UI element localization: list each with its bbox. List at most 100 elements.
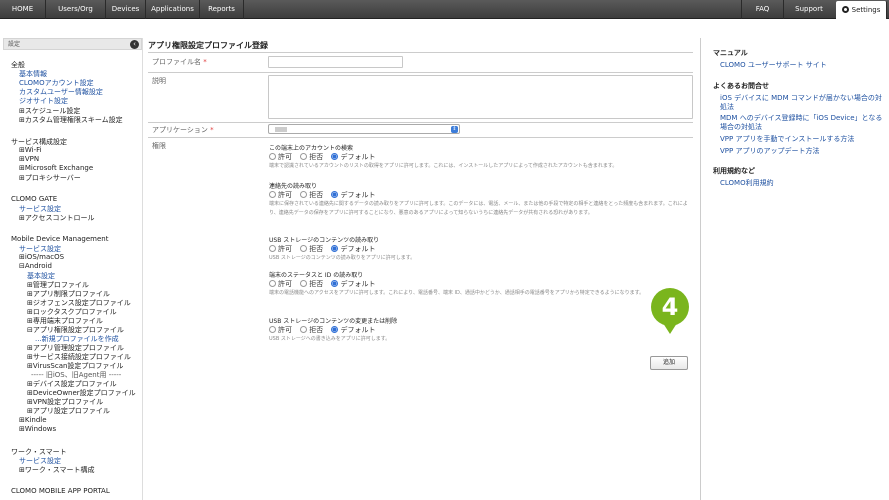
sidebar-item-android[interactable]: ⊟Android (19, 262, 52, 270)
application-label-text: アプリケーション (152, 126, 208, 134)
permission-title: 端末のステータスと ID の読み取り (269, 272, 364, 279)
radio-allow[interactable] (269, 326, 276, 333)
page-title: アプリ権限設定プロファイル登録 (148, 41, 268, 50)
sidebar-header-label: 設定 (8, 41, 21, 48)
sidebar-item-work-smart-config[interactable]: ⊞ワーク・スマート構成 (19, 465, 95, 475)
required-mark: * (210, 126, 214, 134)
profile-name-label-text: プロファイル名 (152, 58, 201, 66)
main-content: アプリ権限設定プロファイル登録 プロファイル名 * 説明 アプリケーション * … (148, 38, 698, 500)
radio-deny-label: 拒否 (309, 191, 324, 199)
radio-default[interactable] (331, 153, 339, 160)
radio-default-label: デフォルト (340, 153, 376, 161)
radio-allow-label: 許可 (278, 245, 292, 253)
radio-deny-label: 拒否 (309, 280, 324, 288)
application-label: アプリケーション * (152, 125, 214, 135)
faq-link-2-cont[interactable]: 場合の対処法 (720, 123, 762, 133)
radio-allow[interactable] (269, 153, 276, 160)
permission-title: USB ストレージのコンテンツの読み取り (269, 237, 380, 244)
radio-allow-label: 許可 (278, 326, 292, 334)
manual-heading: マニュアル (713, 49, 748, 57)
radio-default[interactable] (331, 326, 339, 333)
radio-default[interactable] (331, 245, 339, 252)
sidebar-item-exchange[interactable]: ⊞Microsoft Exchange (19, 164, 93, 172)
permission-description: 端末の電話機能へのアクセスをアプリに許可します。これにより、電話番号、端末 ID… (269, 290, 645, 296)
radio-deny[interactable] (300, 153, 308, 160)
description-label: 説明 (152, 77, 166, 85)
application-select[interactable]: ⇕ (268, 124, 460, 134)
nav-faq[interactable]: FAQ (741, 0, 783, 19)
permission-description: USB ストレージのコンテンツの読み取りをアプリに許可します。 (269, 255, 416, 261)
radio-deny[interactable] (300, 191, 308, 198)
terms-heading: 利用規約など (713, 167, 755, 175)
permission-radio-group: 許可 拒否 デフォルト (269, 152, 375, 162)
permission-description: 端末に保存されている連絡先に関するデータの読み取りをアプリに許可します。このデー… (269, 201, 688, 216)
nav-settings-label: Settings (851, 6, 881, 14)
nav-users-org[interactable]: Users/Org (46, 0, 106, 19)
permission-title: USB ストレージのコンテンツの変更または削除 (269, 318, 398, 325)
permission-radio-group: 許可 拒否 デフォルト (269, 190, 375, 200)
collapse-sidebar-icon[interactable]: ‹ (130, 40, 139, 49)
add-button[interactable]: 追加 (650, 356, 688, 370)
nav-devices[interactable]: Devices (106, 0, 146, 19)
gear-icon (841, 6, 849, 13)
profile-name-input[interactable] (268, 56, 403, 68)
radio-deny[interactable] (300, 280, 308, 287)
nav-settings[interactable]: Settings (836, 1, 887, 19)
profile-name-label: プロファイル名 * (152, 57, 207, 67)
top-navigation-bar: HOME Users/Org Devices Applications Repo… (0, 0, 889, 19)
divider (148, 72, 693, 73)
permission-radio-group: 許可 拒否 デフォルト (269, 244, 375, 254)
radio-default[interactable] (331, 280, 339, 287)
radio-default[interactable] (331, 191, 339, 198)
step-badge: 4 (651, 288, 689, 326)
permission-radio-group: 許可 拒否 デフォルト (269, 279, 375, 289)
radio-allow[interactable] (269, 191, 276, 198)
faq-link-3[interactable]: VPP アプリを手動でインストールする方法 (720, 135, 854, 145)
radio-allow-label: 許可 (278, 153, 292, 161)
radio-deny-label: 拒否 (309, 153, 324, 161)
faq-link-1-cont[interactable]: 処法 (720, 103, 734, 113)
divider (148, 52, 693, 53)
permission-description: 端末で認識されているアカウントのリストの取得をアプリに許可します。これには、イン… (269, 163, 618, 169)
radio-deny[interactable] (300, 326, 308, 333)
faq-link-1[interactable]: iOS デバイスに MDM コマンドが届かない場合の対 (720, 94, 882, 104)
sidebar-item-custom-admin-scheme[interactable]: ⊞カスタム管理権限スキーム設定 (19, 115, 123, 125)
radio-default-label: デフォルト (340, 280, 376, 288)
radio-allow-label: 許可 (278, 280, 292, 288)
sidebar-section-app-portal: CLOMO MOBILE APP PORTAL (11, 487, 110, 495)
radio-allow-label: 許可 (278, 191, 292, 199)
sidebar-item-wifi[interactable]: ⊞Wi-Fi (19, 146, 42, 154)
divider (148, 122, 693, 123)
permission-radio-group: 許可 拒否 デフォルト (269, 325, 375, 335)
sidebar-item-windows[interactable]: ⊞Windows (19, 425, 56, 433)
radio-default-label: デフォルト (340, 326, 376, 334)
radio-deny-label: 拒否 (309, 245, 324, 253)
sidebar-section-mdm: Mobile Device Management (11, 235, 109, 243)
sidebar-item-app-settings-profile[interactable]: ⊞アプリ設定プロファイル (27, 406, 110, 416)
nav-applications[interactable]: Applications (146, 0, 200, 19)
faq-heading: よくあるお問合せ (713, 82, 769, 90)
divider (148, 137, 693, 138)
faq-link-4[interactable]: VPP アプリのアップデート方法 (720, 147, 819, 157)
sidebar-item-proxy[interactable]: ⊞プロキシサーバー (19, 173, 81, 183)
description-textarea[interactable] (268, 75, 693, 119)
permission-title: この端末上のアカウントの検索 (269, 145, 354, 152)
sidebar-item-geosite[interactable]: ジオサイト設定 (19, 96, 68, 106)
permission-description: USB ストレージへの書き込みをアプリに許可します。 (269, 336, 391, 342)
radio-allow[interactable] (269, 280, 276, 287)
sidebar-item-vpn[interactable]: ⊞VPN (19, 155, 39, 163)
nav-support[interactable]: Support (783, 0, 834, 19)
sidebar-section-clomo-gate: CLOMO GATE (11, 195, 58, 203)
radio-deny[interactable] (300, 245, 308, 252)
sidebar-item-kindle[interactable]: ⊞Kindle (19, 416, 47, 424)
sidebar-item-ios-macos[interactable]: ⊞iOS/macOS (19, 253, 64, 261)
radio-deny-label: 拒否 (309, 326, 324, 334)
nav-reports[interactable]: Reports (200, 0, 244, 19)
sidebar-item-access-control[interactable]: ⊞アクセスコントロール (19, 213, 95, 223)
radio-allow[interactable] (269, 245, 276, 252)
terms-link[interactable]: CLOMO利用規約 (720, 179, 774, 189)
nav-home[interactable]: HOME (0, 0, 46, 19)
radio-default-label: デフォルト (340, 245, 376, 253)
select-arrow-icon: ⇕ (451, 126, 458, 133)
manual-link[interactable]: CLOMO ユーザーサポート サイト (720, 61, 827, 71)
